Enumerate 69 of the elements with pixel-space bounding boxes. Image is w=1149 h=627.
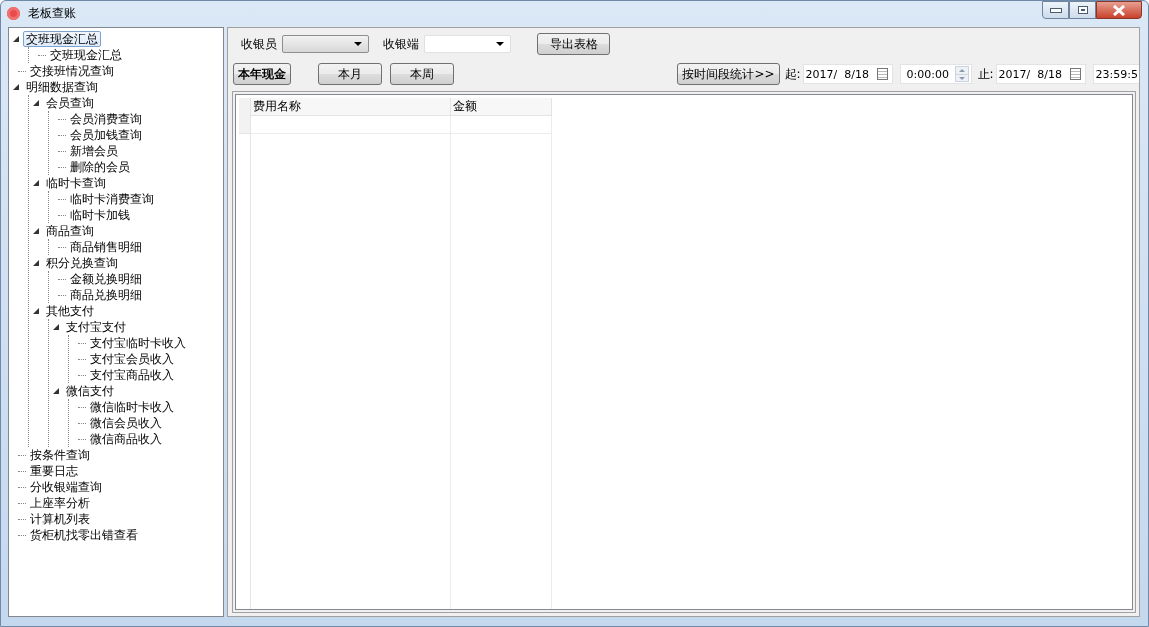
expander-icon[interactable] xyxy=(33,308,39,314)
calendar-icon xyxy=(1069,68,1081,80)
tree-item[interactable]: 商品兑换明细 xyxy=(67,287,145,303)
tree-item[interactable]: 会员查询 xyxy=(43,95,97,111)
cashier-dropdown[interactable] xyxy=(282,35,369,53)
tree-item[interactable]: 支付宝商品收入 xyxy=(87,367,177,383)
window-title: 老板查账 xyxy=(28,4,76,22)
start-label: 起: xyxy=(784,65,801,83)
tree-item[interactable]: 临时卡查询 xyxy=(43,175,109,191)
tree-item[interactable]: 按条件查询 xyxy=(27,447,93,463)
tree-item[interactable]: 会员加钱查询 xyxy=(67,127,145,143)
tree-item[interactable]: 计算机列表 xyxy=(27,511,93,527)
tree-item[interactable]: 积分兑换查询 xyxy=(43,255,121,271)
tree-item[interactable]: 重要日志 xyxy=(27,463,81,479)
tree-item[interactable]: 会员消费查询 xyxy=(67,111,145,127)
tree-item[interactable]: 交接班情况查询 xyxy=(27,63,117,79)
tree-item[interactable]: 微信会员收入 xyxy=(87,415,165,431)
tree-item[interactable]: 支付宝支付 xyxy=(63,319,129,335)
tree-item[interactable]: 支付宝会员收入 xyxy=(87,351,177,367)
expander-icon[interactable] xyxy=(53,388,59,394)
column-header[interactable]: 费用名称 xyxy=(251,98,451,116)
caret-icon xyxy=(354,42,362,46)
spinner-icon xyxy=(954,66,969,82)
end-date-field[interactable]: 2017/ 8/18 xyxy=(995,64,1086,84)
app-logo-icon xyxy=(7,6,20,20)
expander-icon[interactable] xyxy=(13,84,19,90)
minimize-button[interactable] xyxy=(1042,1,1069,19)
range-stats-button[interactable]: 按时间段统计>> xyxy=(677,63,780,85)
tree-item[interactable]: 明细数据查询 xyxy=(23,79,101,95)
period-button[interactable]: 本月 xyxy=(318,63,382,85)
tree-item[interactable]: 删除的会员 xyxy=(67,159,133,175)
caret-icon xyxy=(496,42,504,46)
tree-item[interactable]: 分收银端查询 xyxy=(27,479,105,495)
calendar-icon xyxy=(876,68,888,80)
period-button[interactable]: 本周 xyxy=(390,63,454,85)
tree-item[interactable]: 货柜机找零出错查看 xyxy=(27,527,141,543)
tree-item[interactable]: 微信商品收入 xyxy=(87,431,165,447)
expander-icon[interactable] xyxy=(33,228,39,234)
expander-icon[interactable] xyxy=(33,260,39,266)
tree-item[interactable]: 支付宝临时卡收入 xyxy=(87,335,189,351)
tree-item[interactable]: 临时卡消费查询 xyxy=(67,191,157,207)
export-button[interactable]: 导出表格 xyxy=(537,33,610,55)
tree-item[interactable]: 临时卡加钱 xyxy=(67,207,133,223)
tree-item[interactable]: 交班现金汇总 xyxy=(23,31,101,47)
expander-icon[interactable] xyxy=(53,324,59,330)
tree-item[interactable]: 上座率分析 xyxy=(27,495,93,511)
period-button[interactable]: 本年现金 xyxy=(233,63,291,85)
tree-item[interactable]: 微信临时卡收入 xyxy=(87,399,177,415)
tree-item[interactable]: 其他支付 xyxy=(43,303,97,319)
cashier-label: 收银员 xyxy=(241,35,277,53)
tree-item[interactable]: 商品销售明细 xyxy=(67,239,145,255)
tree-item[interactable]: 交班现金汇总 xyxy=(47,47,125,63)
expander-icon[interactable] xyxy=(33,180,39,186)
start-date-field[interactable]: 2017/ 8/18 xyxy=(802,64,893,84)
expander-icon[interactable] xyxy=(33,100,39,106)
end-label: 止: xyxy=(977,65,994,83)
row-header xyxy=(239,98,251,116)
start-time-field[interactable]: 0:00:00 xyxy=(899,64,972,84)
column-header[interactable]: 金额 xyxy=(451,98,552,116)
tree-item[interactable]: 金额兑换明细 xyxy=(67,271,145,287)
end-time-field[interactable]: 23:59:5 xyxy=(1092,64,1139,84)
close-button[interactable] xyxy=(1096,1,1142,19)
tree-item[interactable]: 微信支付 xyxy=(63,383,117,399)
close-icon xyxy=(1112,4,1126,16)
terminal-label: 收银端 xyxy=(383,35,419,53)
row-header xyxy=(239,116,251,134)
tree-item[interactable]: 新增会员 xyxy=(67,143,121,159)
tree-item[interactable]: 商品查询 xyxy=(43,223,97,239)
maximize-button[interactable] xyxy=(1069,1,1096,19)
